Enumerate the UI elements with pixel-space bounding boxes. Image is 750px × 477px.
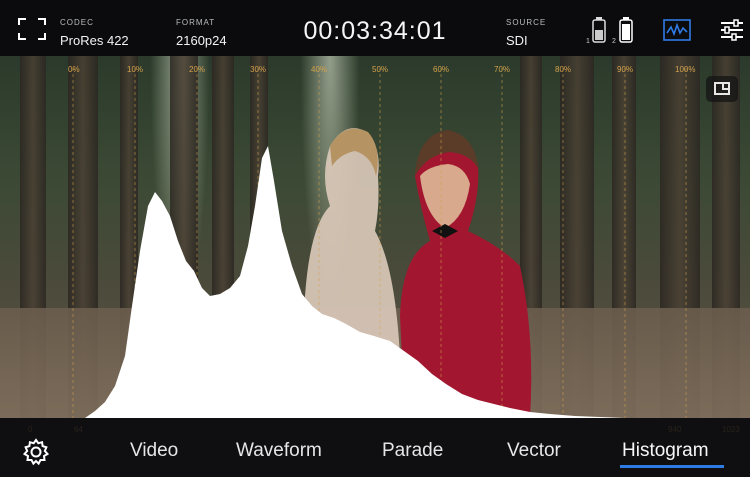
- source-label: SOURCE: [506, 18, 547, 27]
- top-status-bar: CODEC ProRes 422 FORMAT 2160p24 00:03:34…: [0, 0, 750, 56]
- picture-in-picture-icon: [714, 82, 730, 95]
- scope-tab-bar: Video Waveform Parade Vector Histogram: [0, 418, 750, 477]
- histogram-scale-label: 40%: [311, 65, 328, 74]
- histogram-scale-label: 60%: [433, 65, 450, 74]
- monitor-screen: 0% 10% 20% 30% 40% 50% 60% 70% 80% 90% 1…: [0, 0, 750, 477]
- histogram-scale-label: 0%: [68, 65, 80, 74]
- luma-histogram-shape: [85, 146, 625, 418]
- histogram-scale-label: 50%: [372, 65, 389, 74]
- sliders-icon[interactable]: [720, 19, 744, 41]
- histogram-scale-label: 100%: [675, 65, 696, 74]
- tab-histogram[interactable]: Histogram: [622, 440, 709, 462]
- timecode-display: 00:03:34:01: [303, 17, 447, 45]
- histogram-scale-label: 70%: [494, 65, 511, 74]
- battery-2-index: 2: [612, 38, 616, 45]
- battery-icon: [592, 17, 606, 43]
- histogram-scale-label: 30%: [250, 65, 267, 74]
- battery-icon: [619, 17, 633, 43]
- waveform-scope-icon[interactable]: [663, 19, 691, 41]
- tab-waveform[interactable]: Waveform: [236, 440, 322, 462]
- histogram-scale-label: 20%: [189, 65, 206, 74]
- histogram-overlay: [72, 68, 687, 418]
- battery-1-index: 1: [586, 38, 590, 45]
- histogram-scale-label: 10%: [127, 65, 144, 74]
- tab-vector[interactable]: Vector: [507, 440, 561, 462]
- active-tab-indicator: [620, 465, 724, 468]
- gear-icon[interactable]: [22, 438, 50, 466]
- source-value: SDI: [506, 33, 528, 48]
- histogram-scale-label: 80%: [555, 65, 572, 74]
- tab-video[interactable]: Video: [130, 440, 178, 462]
- tab-parade[interactable]: Parade: [382, 440, 443, 462]
- picture-in-picture-button[interactable]: [706, 76, 738, 102]
- histogram-scale-label: 90%: [617, 65, 634, 74]
